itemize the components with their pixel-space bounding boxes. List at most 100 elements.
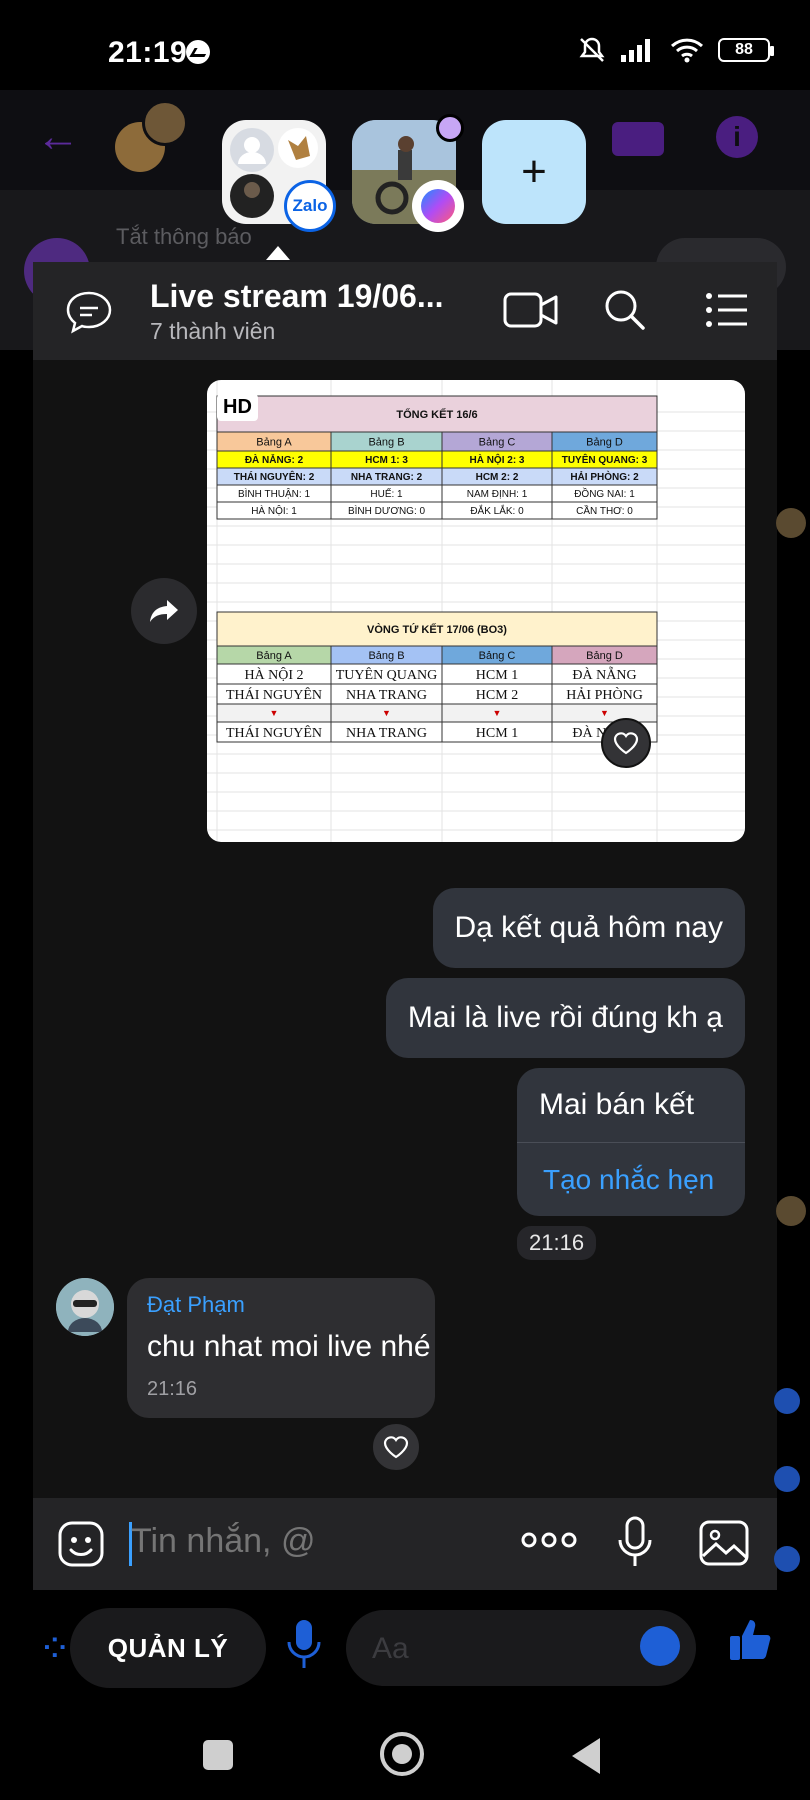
home-button[interactable] bbox=[380, 1732, 424, 1776]
cell-text: ĐÀ NẴNG: 2 bbox=[245, 453, 304, 466]
chat-member-count: 7 thành viên bbox=[150, 318, 276, 344]
cell-text: TUYÊN QUANG bbox=[336, 666, 438, 683]
cell-text: Bảng B bbox=[368, 436, 404, 448]
heart-icon bbox=[613, 732, 639, 755]
cell-text: NHA TRANG: 2 bbox=[351, 472, 423, 483]
message-text: chu nhat moi live nhé bbox=[147, 1330, 431, 1363]
apps-icon[interactable]: ⁘ bbox=[38, 1626, 72, 1672]
chat-window: Live stream 19/06... 7 thành viên HD TỔN… bbox=[33, 262, 777, 1590]
cell-text: Bảng B bbox=[368, 650, 404, 662]
avatar[interactable] bbox=[56, 1278, 114, 1336]
add-bubble-button[interactable]: + bbox=[482, 120, 586, 224]
cell-text: HCM 1 bbox=[476, 726, 518, 741]
message-timestamp: 21:16 bbox=[517, 1226, 597, 1260]
cell-text: ĐÀ NẴNG bbox=[572, 665, 636, 683]
status-time: 21:19 bbox=[108, 36, 188, 69]
message-bubble[interactable]: Mai là live rồi đúng kh ạ bbox=[385, 978, 745, 1058]
avatar bbox=[142, 100, 188, 146]
cell-text: NHA TRANG bbox=[346, 726, 427, 741]
react-button[interactable] bbox=[601, 718, 651, 768]
status-icons: 88 bbox=[578, 36, 774, 64]
react-button[interactable] bbox=[371, 1422, 421, 1472]
back-button[interactable] bbox=[572, 1738, 600, 1774]
sender-name[interactable]: Đạt Phạm bbox=[147, 1292, 245, 1318]
incoming-message[interactable]: Đạt Phạm chu nhat moi live nhé 21:16 bbox=[127, 1278, 435, 1418]
heart-icon bbox=[383, 1436, 409, 1459]
info-icon[interactable]: i bbox=[716, 116, 758, 158]
cell-text: HCM 1 bbox=[476, 668, 518, 683]
cell-text: BÌNH THUẬN: 1 bbox=[238, 487, 310, 500]
cell-text: Bảng A bbox=[256, 436, 292, 448]
menu-icon[interactable] bbox=[705, 292, 749, 328]
unread-dot bbox=[436, 114, 464, 142]
check-icon bbox=[774, 1388, 800, 1414]
message-time: 21:16 bbox=[147, 1378, 198, 1400]
cell-text: TUYÊN QUANG: 3 bbox=[562, 453, 648, 466]
background-composer: ⁘ QUẢN LÝ Aa bbox=[0, 1590, 810, 1710]
message-composer bbox=[33, 1498, 777, 1590]
cell-text: Bảng A bbox=[256, 650, 292, 662]
check-icon bbox=[774, 1466, 800, 1492]
signal-icon bbox=[621, 39, 650, 62]
emoji-icon[interactable] bbox=[640, 1626, 680, 1666]
video-call-icon[interactable] bbox=[503, 290, 559, 330]
bell-off-icon bbox=[579, 37, 605, 62]
microphone-icon[interactable] bbox=[617, 1516, 653, 1570]
avatar bbox=[776, 1196, 806, 1226]
create-reminder-link[interactable]: Tạo nhắc hẹn bbox=[543, 1164, 714, 1196]
chat-header: Live stream 19/06... 7 thành viên bbox=[33, 262, 777, 360]
cell-text: ▼ bbox=[493, 708, 502, 718]
cell-text: HÀ NỘI: 1 bbox=[251, 504, 297, 517]
cell-text: NHA TRANG bbox=[346, 688, 427, 703]
wifi-icon bbox=[670, 38, 704, 63]
microphone-icon[interactable] bbox=[286, 1618, 322, 1672]
spreadsheet-image[interactable]: HD TỔNG KẾT 16/6 Bảng A Bảng B Bảng C Bảng D… bbox=[207, 380, 745, 842]
share-arrow-icon bbox=[150, 600, 178, 622]
cell-text: HÀ NỘI 2: 3 bbox=[469, 453, 524, 466]
avatar bbox=[776, 508, 806, 538]
navigation-bar bbox=[0, 1710, 810, 1800]
reminder-message[interactable]: Mai bán kết Tạo nhắc hẹn bbox=[517, 1068, 745, 1216]
cell-text: BÌNH DƯƠNG: 0 bbox=[348, 504, 426, 517]
thumbs-up-icon[interactable] bbox=[728, 1618, 772, 1662]
chat-bubble-icon[interactable] bbox=[65, 290, 113, 334]
cell-text: HÀ NỘI 2 bbox=[244, 666, 303, 683]
divider bbox=[517, 1142, 745, 1143]
cell-text: HẢI PHÒNG: 2 bbox=[570, 470, 639, 483]
cell-text: HCM 2 bbox=[476, 688, 518, 703]
cell-text: ▼ bbox=[382, 708, 391, 718]
cell-text: Bảng C bbox=[479, 436, 516, 448]
video-call-icon[interactable] bbox=[612, 122, 664, 156]
cell-text: ▼ bbox=[270, 708, 279, 718]
battery-indicator: 88 bbox=[718, 38, 774, 62]
chat-title: Live stream 19/06... bbox=[150, 278, 444, 314]
sticker-icon[interactable] bbox=[57, 1520, 105, 1568]
cell-text: Bảng D bbox=[586, 436, 623, 448]
messenger-icon bbox=[412, 180, 464, 232]
bubble-pointer bbox=[266, 246, 290, 260]
results-table: TỔNG KẾT 16/6 Bảng A Bảng B Bảng C Bảng D ĐÀ … bbox=[207, 380, 745, 842]
message-bubble[interactable]: Dạ kết quả hôm nay bbox=[432, 888, 745, 968]
check-icon bbox=[774, 1546, 800, 1572]
search-icon[interactable] bbox=[603, 288, 647, 332]
back-arrow-icon[interactable]: ← bbox=[36, 112, 80, 162]
image-icon[interactable] bbox=[699, 1520, 749, 1566]
cell-text: THÁI NGUYÊN bbox=[226, 724, 322, 741]
forward-button[interactable] bbox=[131, 578, 197, 644]
cell-text: HCM 1: 3 bbox=[365, 455, 408, 466]
manage-button[interactable]: QUẢN LÝ bbox=[70, 1608, 266, 1688]
cell-text: CẦN THƠ: 0 bbox=[576, 504, 633, 517]
notice-text: Tắt thông báo bbox=[116, 224, 252, 249]
message-input[interactable] bbox=[131, 1522, 431, 1561]
cell-text: HCM 2: 2 bbox=[476, 472, 519, 483]
recents-button[interactable] bbox=[203, 1740, 233, 1770]
cell-text: HUẾ: 1 bbox=[370, 487, 403, 500]
message-text: Mai bán kết bbox=[539, 1088, 695, 1121]
cell-text: HẢI PHÒNG bbox=[566, 686, 643, 703]
cell-text: Bảng D bbox=[586, 650, 623, 662]
user-avatar-icon bbox=[56, 1278, 114, 1336]
cell-text: NAM ĐỊNH: 1 bbox=[467, 489, 528, 500]
cell-text: THÁI NGUYÊN: 2 bbox=[234, 470, 315, 483]
more-icon[interactable] bbox=[521, 1530, 577, 1550]
cell-text: Bảng C bbox=[479, 650, 516, 662]
